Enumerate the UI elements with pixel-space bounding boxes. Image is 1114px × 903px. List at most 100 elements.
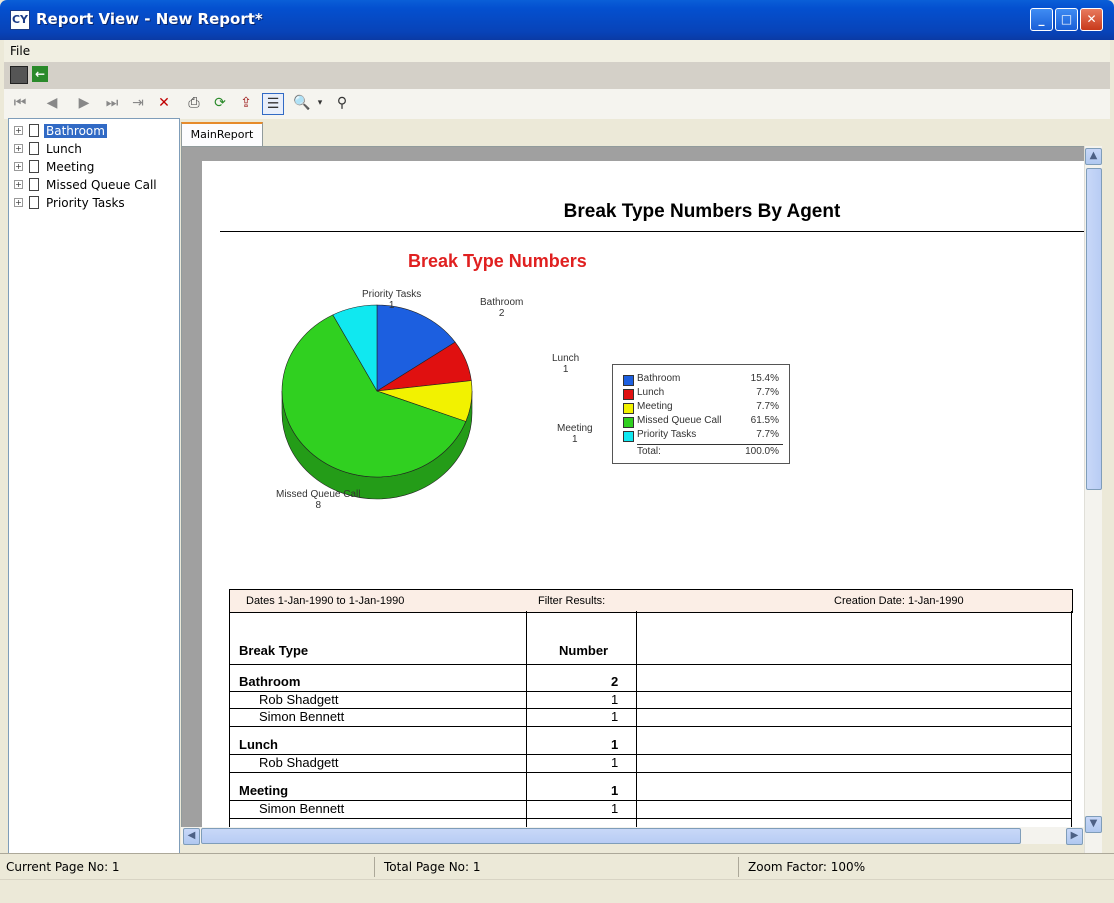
last-page-icon[interactable]: ⏭ [102, 93, 122, 113]
close-report-icon[interactable]: ✕ [154, 93, 174, 113]
legend-swatch [623, 417, 634, 428]
scroll-thumb[interactable] [1086, 168, 1102, 490]
table-border-right [1071, 611, 1072, 828]
row-rule [229, 772, 1071, 773]
col-header-break-type: Break Type [239, 643, 309, 658]
toggle-tree-icon[interactable]: ☰ [262, 93, 284, 115]
row-rule [229, 818, 1071, 819]
scroll-thumb[interactable] [201, 828, 1021, 844]
slice-label-bathroom: Bathroom 2 [480, 297, 524, 319]
slice-label-lunch: Lunch 1 [552, 353, 580, 375]
exit-icon[interactable]: ← [32, 66, 48, 82]
legend-item: Missed Queue Call 61.5% [623, 415, 783, 429]
zoom-icon[interactable]: 🔍 [292, 93, 312, 113]
expand-icon[interactable]: + [14, 144, 23, 153]
zoom-factor: Zoom Factor: 100% [748, 860, 866, 874]
app-icon: CY [10, 10, 30, 30]
table-divider [526, 611, 527, 828]
tree-item-label[interactable]: Lunch [46, 142, 82, 156]
scroll-left-icon[interactable]: ◀ [183, 828, 200, 845]
vertical-scrollbar[interactable]: ▲ ▼ [1084, 146, 1102, 853]
menu-file[interactable]: File [10, 44, 30, 58]
zoom-dropdown-icon[interactable]: ▾ [310, 93, 330, 113]
legend-swatch [623, 375, 634, 386]
expand-icon[interactable]: + [14, 180, 23, 189]
menu-bar: File [4, 40, 1110, 62]
print-icon[interactable]: ⎙ [184, 93, 204, 113]
scroll-up-icon[interactable]: ▲ [1085, 148, 1102, 165]
tree-item-label[interactable]: Missed Queue Call [46, 178, 157, 192]
tree-item[interactable]: + Meeting [9, 158, 179, 176]
tree-item[interactable]: + Bathroom [9, 122, 179, 140]
status-divider [738, 857, 739, 877]
legend-item: Meeting 7.7% [623, 401, 783, 415]
report-page: Break Type Numbers By Agent Break Type N… [202, 161, 1084, 828]
row-rule [229, 664, 1071, 665]
first-page-icon[interactable]: ⏮ [10, 93, 30, 113]
current-page: Current Page No: 1 [6, 860, 120, 874]
tree-item[interactable]: + Priority Tasks [9, 194, 179, 212]
status-bar: Current Page No: 1 Total Page No: 1 Zoom… [0, 853, 1114, 880]
group-total: 2 [611, 674, 619, 689]
col-header-number: Number [559, 643, 609, 658]
tab-main-report[interactable]: MainReport [181, 122, 263, 148]
report-viewer: Break Type Numbers By Agent Break Type N… [181, 146, 1086, 829]
table-border-left [229, 611, 230, 828]
group-name: Lunch [239, 737, 278, 752]
legend-item: Priority Tasks 7.7% [623, 429, 783, 443]
minimize-button[interactable]: _ [1030, 8, 1053, 31]
table-divider [636, 611, 637, 828]
document-icon [29, 160, 39, 173]
legend-item: Lunch 7.7% [623, 387, 783, 401]
agent-name: Rob Shadgett [259, 755, 339, 770]
slice-label-meeting: Meeting 1 [557, 423, 593, 445]
agent-count: 1 [611, 755, 619, 770]
filter-results: Filter Results: [538, 595, 606, 607]
agent-count: 1 [611, 692, 619, 707]
scroll-down-icon[interactable]: ▼ [1085, 816, 1102, 833]
tree-item-label[interactable]: Priority Tasks [46, 196, 125, 210]
scroll-right-icon[interactable]: ▶ [1066, 828, 1083, 845]
row-rule [229, 708, 1071, 709]
pie-chart [281, 304, 473, 500]
tree-item-label[interactable]: Meeting [46, 160, 94, 174]
legend-swatch [623, 431, 634, 442]
legend-rule [637, 444, 783, 445]
export-icon[interactable]: ⇪ [236, 93, 256, 113]
bottom-bar [0, 879, 1114, 903]
save-icon[interactable] [10, 66, 28, 84]
tree-item[interactable]: + Lunch [9, 140, 179, 158]
window-title: Report View - New Report* [36, 10, 263, 28]
prev-page-icon[interactable]: ◀ [42, 93, 62, 113]
row-rule [229, 754, 1071, 755]
document-icon [29, 142, 39, 155]
tree-item[interactable]: + Missed Queue Call [9, 176, 179, 194]
document-icon [29, 196, 39, 209]
next-page-icon[interactable]: ▶ [74, 93, 94, 113]
maximize-button[interactable]: □ [1055, 8, 1078, 31]
goto-page-icon[interactable]: ⇥ [128, 93, 148, 113]
horizontal-scrollbar[interactable]: ◀ ▶ [181, 827, 1084, 845]
total-pages: Total Page No: 1 [384, 860, 481, 874]
report-header-bar: Dates 1-Jan-1990 to 1-Jan-1990 Filter Re… [229, 589, 1073, 613]
tree-item-label[interactable]: Bathroom [44, 124, 107, 138]
toolbar-top: ← [4, 62, 1110, 89]
agent-name: Simon Bennett [259, 801, 345, 816]
agent-name: Simon Bennett [259, 709, 345, 724]
row-rule [229, 691, 1071, 692]
legend-item: Bathroom 15.4% [623, 373, 783, 387]
document-icon [29, 124, 39, 137]
report-title: Break Type Numbers By Agent [563, 201, 841, 222]
document-icon [29, 178, 39, 191]
expand-icon[interactable]: + [14, 198, 23, 207]
search-icon[interactable]: ⚲ [332, 93, 352, 113]
refresh-icon[interactable]: ⟳ [210, 93, 230, 113]
slice-label-missed-queue-call: Missed Queue Call 8 [276, 489, 361, 511]
expand-icon[interactable]: + [14, 162, 23, 171]
expand-icon[interactable]: + [14, 126, 23, 135]
row-rule [229, 726, 1071, 727]
legend-swatch [623, 389, 634, 400]
agent-count: 1 [611, 801, 619, 816]
close-window-button[interactable]: ✕ [1080, 8, 1103, 31]
group-name: Meeting [239, 783, 289, 798]
